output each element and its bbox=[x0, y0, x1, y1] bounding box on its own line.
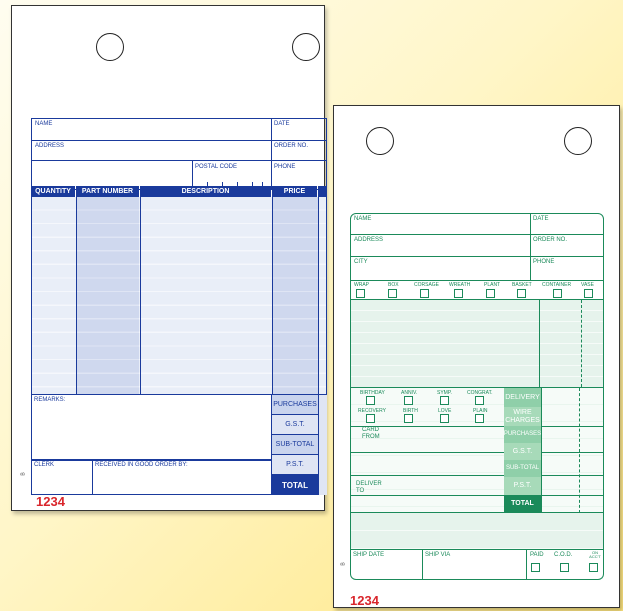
col-price: PRICE bbox=[272, 186, 317, 197]
address-label: ADDRESS bbox=[35, 143, 65, 149]
florist-form-green: NAME DATE ADDRESS ORDER NO. CITY PHONE W… bbox=[333, 105, 620, 608]
delivery-label: DELIVERY bbox=[504, 388, 541, 407]
subtotal-label: SUB-TOTAL bbox=[272, 435, 318, 455]
total-label: TOTAL bbox=[504, 495, 541, 513]
item-vase-checkbox[interactable] bbox=[584, 289, 593, 298]
occasion-recovery-checkbox[interactable] bbox=[366, 414, 375, 423]
item-basket-checkbox[interactable] bbox=[517, 289, 526, 298]
punch-hole-right bbox=[564, 127, 592, 155]
occasion-anniv-checkbox[interactable] bbox=[404, 396, 413, 405]
item-container-label: CONTAINER bbox=[542, 282, 572, 288]
order-no-label: ORDER NO. bbox=[533, 237, 568, 243]
purchases-label: PURCHASES bbox=[504, 426, 541, 443]
customer-info-box bbox=[31, 118, 327, 190]
wire-charges-label: WIRE CHARGES bbox=[504, 407, 541, 426]
cod-label: C.O.D. bbox=[554, 552, 573, 558]
purchases-label: PURCHASES bbox=[272, 395, 318, 415]
customer-info-box bbox=[350, 213, 604, 281]
item-wreath-checkbox[interactable] bbox=[454, 289, 463, 298]
received-label: RECEIVED IN GOOD ORDER BY: bbox=[95, 462, 188, 468]
deliver-to-label: DELIVER TO bbox=[356, 481, 382, 494]
ship-date-label: SHIP DATE bbox=[353, 552, 385, 558]
remarks-box bbox=[31, 395, 272, 460]
sales-form-blue: NAME DATE ADDRESS ORDER NO. POSTAL CODE … bbox=[11, 5, 327, 511]
col-quantity: QUANTITY bbox=[31, 186, 75, 197]
pst-label: P.S.T. bbox=[504, 477, 541, 495]
notes-area bbox=[350, 513, 604, 550]
col-part-number: PART NUMBER bbox=[76, 186, 139, 197]
form-number: 1234 bbox=[350, 593, 379, 608]
occasion-plain-checkbox[interactable] bbox=[475, 414, 484, 423]
item-container-checkbox[interactable] bbox=[553, 289, 562, 298]
occasion-symp-checkbox[interactable] bbox=[440, 396, 449, 405]
item-basket-label: BASKET bbox=[512, 282, 532, 288]
clerk-label: CLERK bbox=[34, 462, 55, 468]
item-corsage-label: CORSAGE bbox=[414, 282, 440, 288]
item-plant-checkbox[interactable] bbox=[486, 289, 495, 298]
pst-label: P.S.T. bbox=[272, 455, 318, 475]
item-box-label: BOX bbox=[388, 282, 399, 288]
item-wrap-label: WRAP bbox=[354, 282, 369, 288]
paid-label: PAID bbox=[530, 552, 544, 558]
item-grid bbox=[31, 197, 327, 395]
item-plant-label: PLANT bbox=[484, 282, 501, 288]
side-code: B bbox=[20, 472, 27, 476]
phone-label: PHONE bbox=[274, 164, 296, 170]
side-code: B bbox=[340, 562, 347, 566]
name-label: NAME bbox=[354, 216, 372, 222]
punch-hole-left bbox=[366, 127, 394, 155]
gst-label: G.S.T. bbox=[504, 443, 541, 460]
item-wrap-checkbox[interactable] bbox=[356, 289, 365, 298]
item-box-checkbox[interactable] bbox=[388, 289, 397, 298]
remarks-label: REMARKS: bbox=[34, 397, 66, 403]
subtotal-label: SUB-TOTAL bbox=[504, 460, 541, 477]
address-label: ADDRESS bbox=[354, 237, 384, 243]
postal-code-label: POSTAL CODE bbox=[195, 164, 238, 170]
item-corsage-checkbox[interactable] bbox=[420, 289, 429, 298]
order-no-label: ORDER NO. bbox=[274, 143, 309, 149]
ship-via-label: SHIP VIA bbox=[425, 552, 451, 558]
total-label: TOTAL bbox=[272, 475, 318, 495]
cod-checkbox[interactable] bbox=[560, 563, 569, 572]
item-wreath-label: WREATH bbox=[449, 282, 471, 288]
paid-checkbox[interactable] bbox=[531, 563, 540, 572]
punch-hole-right bbox=[292, 33, 320, 61]
gst-label: G.S.T. bbox=[272, 415, 318, 435]
phone-label: PHONE bbox=[533, 259, 555, 265]
item-vase-label: VASE bbox=[581, 282, 594, 288]
date-label: DATE bbox=[274, 121, 290, 127]
form-number: 1234 bbox=[36, 494, 65, 509]
occasion-birth-checkbox[interactable] bbox=[404, 414, 413, 423]
occasion-love-checkbox[interactable] bbox=[440, 414, 449, 423]
on-acct-label: ON ACC'T bbox=[589, 550, 601, 559]
col-description: DESCRIPTION bbox=[140, 186, 271, 197]
card-from-label: CARD FROM bbox=[362, 427, 380, 440]
punch-hole-left bbox=[96, 33, 124, 61]
order-lines bbox=[350, 300, 604, 388]
occasion-birthday-checkbox[interactable] bbox=[366, 396, 375, 405]
date-label: DATE bbox=[533, 216, 549, 222]
name-label: NAME bbox=[35, 121, 53, 127]
city-label: CITY bbox=[354, 259, 368, 265]
occasion-congrat-checkbox[interactable] bbox=[475, 396, 484, 405]
on-acct-checkbox[interactable] bbox=[589, 563, 598, 572]
